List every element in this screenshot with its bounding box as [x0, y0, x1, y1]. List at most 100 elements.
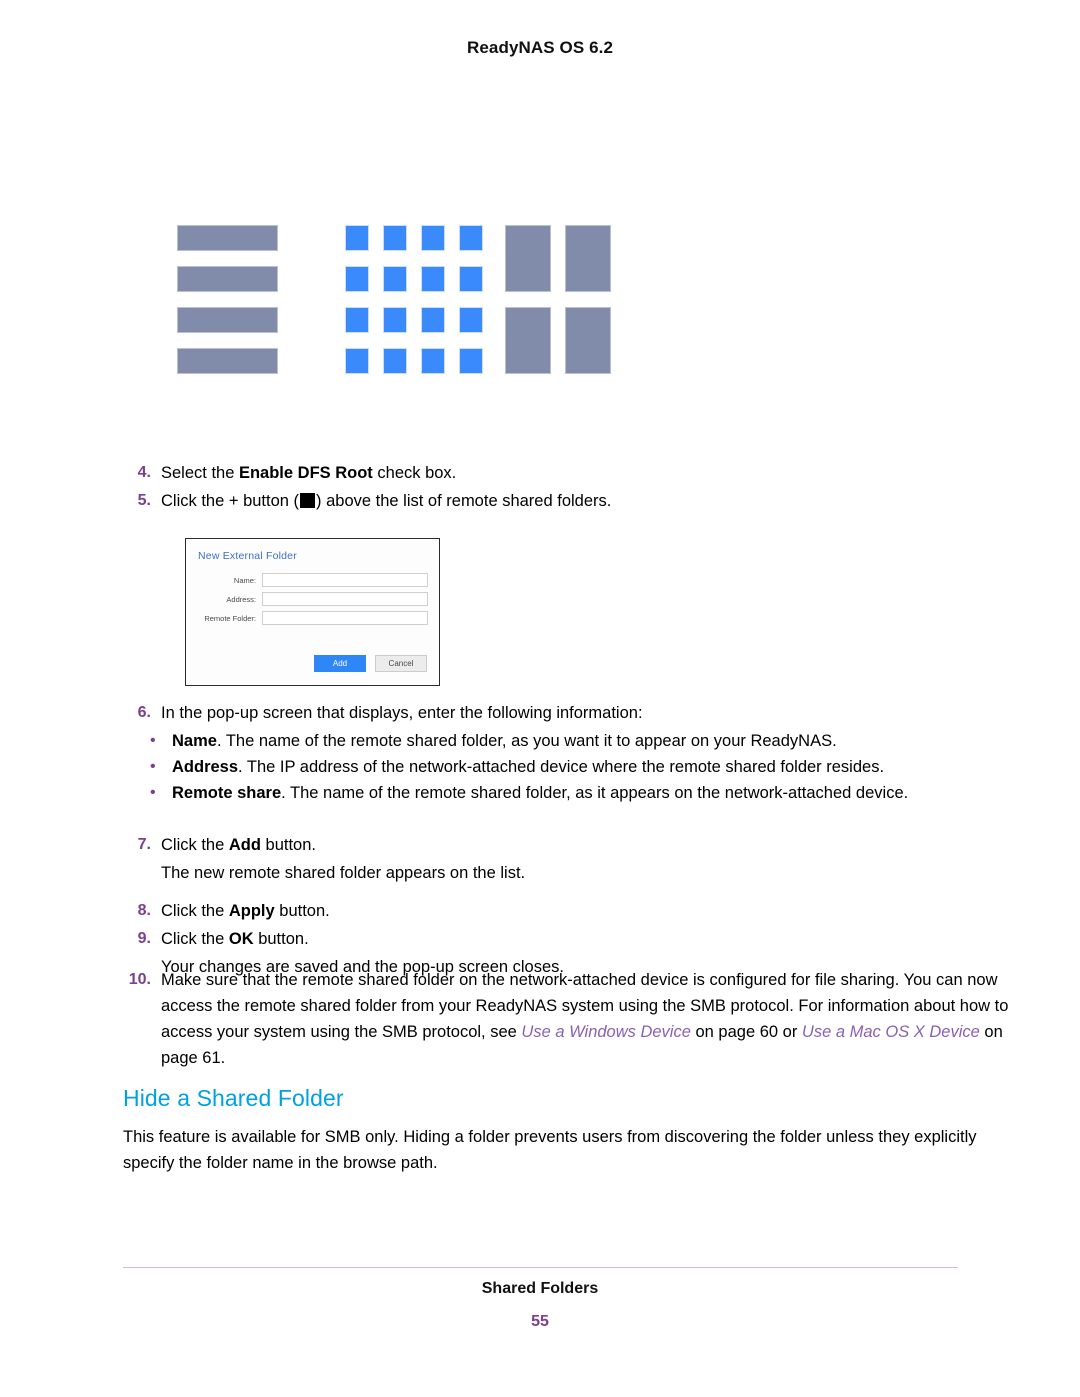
step-7-result-text: The new remote shared folder appears on … — [161, 864, 526, 882]
step-7: 7. Click the Add button. — [123, 832, 1023, 858]
step-4-number: 4. — [137, 464, 151, 481]
tile-view-cell — [565, 225, 611, 292]
list-view-bar — [177, 348, 278, 374]
dialog-title: New External Folder — [198, 550, 297, 562]
bullet-remote-share-text: Remote share. The name of the remote sha… — [172, 780, 1023, 806]
grid-view-cell — [459, 348, 483, 374]
step-9-number: 9. — [137, 930, 151, 947]
bullet-name-text: Name. The name of the remote shared fold… — [172, 728, 1023, 754]
bullet-name-desc: . The name of the remote shared folder, … — [216, 732, 837, 750]
xref-use-a-windows-device[interactable]: Use a Windows Device — [521, 1023, 691, 1041]
step-5-number: 5. — [137, 492, 151, 509]
cancel-button[interactable]: Cancel — [375, 655, 427, 672]
step-10-number: 10. — [128, 971, 151, 988]
step-6: 6. In the pop-up screen that displays, e… — [123, 700, 1023, 726]
step-8: 8. Click the Apply button. — [123, 898, 1023, 924]
grid-view-cell — [383, 348, 407, 374]
grid-view-row — [345, 348, 483, 374]
grid-view-cell — [345, 266, 369, 292]
remote-folder-field-input[interactable] — [262, 611, 428, 625]
step-6-bullets: • Name. The name of the remote shared fo… — [123, 728, 1023, 806]
step-4-text-post: check box. — [372, 464, 457, 482]
grid-view-cell — [345, 307, 369, 333]
bullet-address-term: Address — [172, 758, 239, 776]
grid-view-cell — [383, 266, 407, 292]
address-field-input[interactable] — [262, 592, 428, 606]
dialog-fields: Name: Address: Remote Folder: — [190, 573, 428, 630]
address-field-label: Address: — [226, 594, 256, 604]
grid-view-cell — [459, 307, 483, 333]
list-view-bar — [177, 307, 278, 333]
grid-view-row — [345, 225, 483, 251]
step-7-text-pre: Click the — [161, 836, 229, 854]
grid-view-cell — [345, 348, 369, 374]
step-5-text: Click the + button ( ) above the list of … — [161, 488, 1023, 514]
name-field-input[interactable] — [262, 573, 428, 587]
step-4: 4. Select the Enable DFS Root check box. — [123, 460, 1023, 486]
step-5: 5. Click the + button ( ) above the list … — [123, 488, 1023, 514]
step-9: 9. Click the OK button. — [123, 926, 1023, 952]
step-9-text: Click the OK button. — [161, 926, 1023, 952]
grid-view-cell — [459, 266, 483, 292]
step-10: 10. Make sure that the remote shared fol… — [123, 967, 1023, 1071]
grid-view-cell — [383, 307, 407, 333]
xref-use-a-mac-os-x-device[interactable]: Use a Mac OS X Device — [802, 1023, 980, 1041]
step-list-six: 6. In the pop-up screen that displays, e… — [123, 700, 1023, 806]
new-external-folder-screenshot: New External Folder Name: Address: Remot… — [185, 538, 440, 686]
footer-divider — [123, 1267, 958, 1268]
add-button[interactable]: Add — [314, 655, 366, 672]
bullet-marker: • — [150, 732, 156, 749]
step-9-text-post: button. — [253, 930, 309, 948]
step-6-number: 6. — [137, 704, 151, 721]
dialog-row-address: Address: — [190, 592, 428, 606]
grid-view-cell — [383, 225, 407, 251]
step-5-text-pre: Click the + button ( — [161, 492, 300, 510]
step-4-bold-term: Enable DFS Root — [238, 464, 373, 482]
step-list-middle: 7. Click the Add button. The new remote … — [123, 832, 1023, 982]
step-9-text-pre: Click the — [161, 930, 229, 948]
bullet-address-desc: . The IP address of the network-attached… — [238, 758, 885, 776]
step-7-bold-term: Add — [228, 836, 261, 854]
tile-view-icon — [505, 225, 611, 374]
step-8-number: 8. — [137, 902, 151, 919]
step-10-line3-mid: on page 60 or — [690, 1023, 802, 1041]
grid-view-cell — [421, 266, 445, 292]
bullet-address-text: Address. The IP address of the network-a… — [172, 754, 1023, 780]
step-10-text: Make sure that the remote shared folder … — [161, 967, 1023, 1071]
tile-view-row — [505, 307, 611, 374]
step-7-text: Click the Add button. — [161, 832, 1023, 858]
grid-view-cell — [421, 348, 445, 374]
step-8-text: Click the Apply button. — [161, 898, 1023, 924]
tile-view-cell — [565, 307, 611, 374]
tile-view-row — [505, 225, 611, 292]
grid-view-cell — [345, 225, 369, 251]
list-view-icon — [177, 225, 278, 374]
dialog-row-remote-folder: Remote Folder: — [190, 611, 428, 625]
section-heading-hide-a-shared-folder: Hide a Shared Folder — [123, 1085, 344, 1111]
grid-view-cell — [421, 225, 445, 251]
grid-view-icon — [345, 225, 483, 374]
step-5-text-post: ) above the list of remote shared folder… — [316, 492, 612, 510]
footer-title: Shared Folders — [481, 1280, 599, 1297]
bullet-remote-share-term: Remote share — [172, 784, 282, 802]
grid-view-cell — [421, 307, 445, 333]
new-external-folder-dialog: New External Folder Name: Address: Remot… — [190, 543, 435, 681]
bullet-name-term: Name — [172, 732, 217, 750]
tile-view-cell — [505, 225, 551, 292]
section-body-text: This feature is available for SMB only. … — [123, 1128, 977, 1172]
bullet-name: • Name. The name of the remote shared fo… — [150, 728, 1023, 754]
bullet-marker: • — [150, 758, 156, 775]
step-7-result: The new remote shared folder appears on … — [123, 860, 1023, 886]
step-8-bold-term: Apply — [228, 902, 275, 920]
grid-view-row — [345, 307, 483, 333]
step-4-text-pre: Select the — [161, 464, 239, 482]
step-4-text: Select the Enable DFS Root check box. — [161, 460, 1023, 486]
dialog-button-bar: Add Cancel — [314, 655, 427, 672]
footer-page-number: 55 — [531, 1313, 549, 1330]
plus-button-icon — [300, 493, 316, 508]
page-header: ReadyNAS OS 6.2 — [466, 38, 614, 57]
tile-view-cell — [505, 307, 551, 374]
step-8-text-post: button. — [274, 902, 330, 920]
step-10-line1: Make sure that the remote shared folder … — [161, 971, 900, 989]
bullet-remote-share: • Remote share. The name of the remote s… — [150, 780, 1023, 806]
